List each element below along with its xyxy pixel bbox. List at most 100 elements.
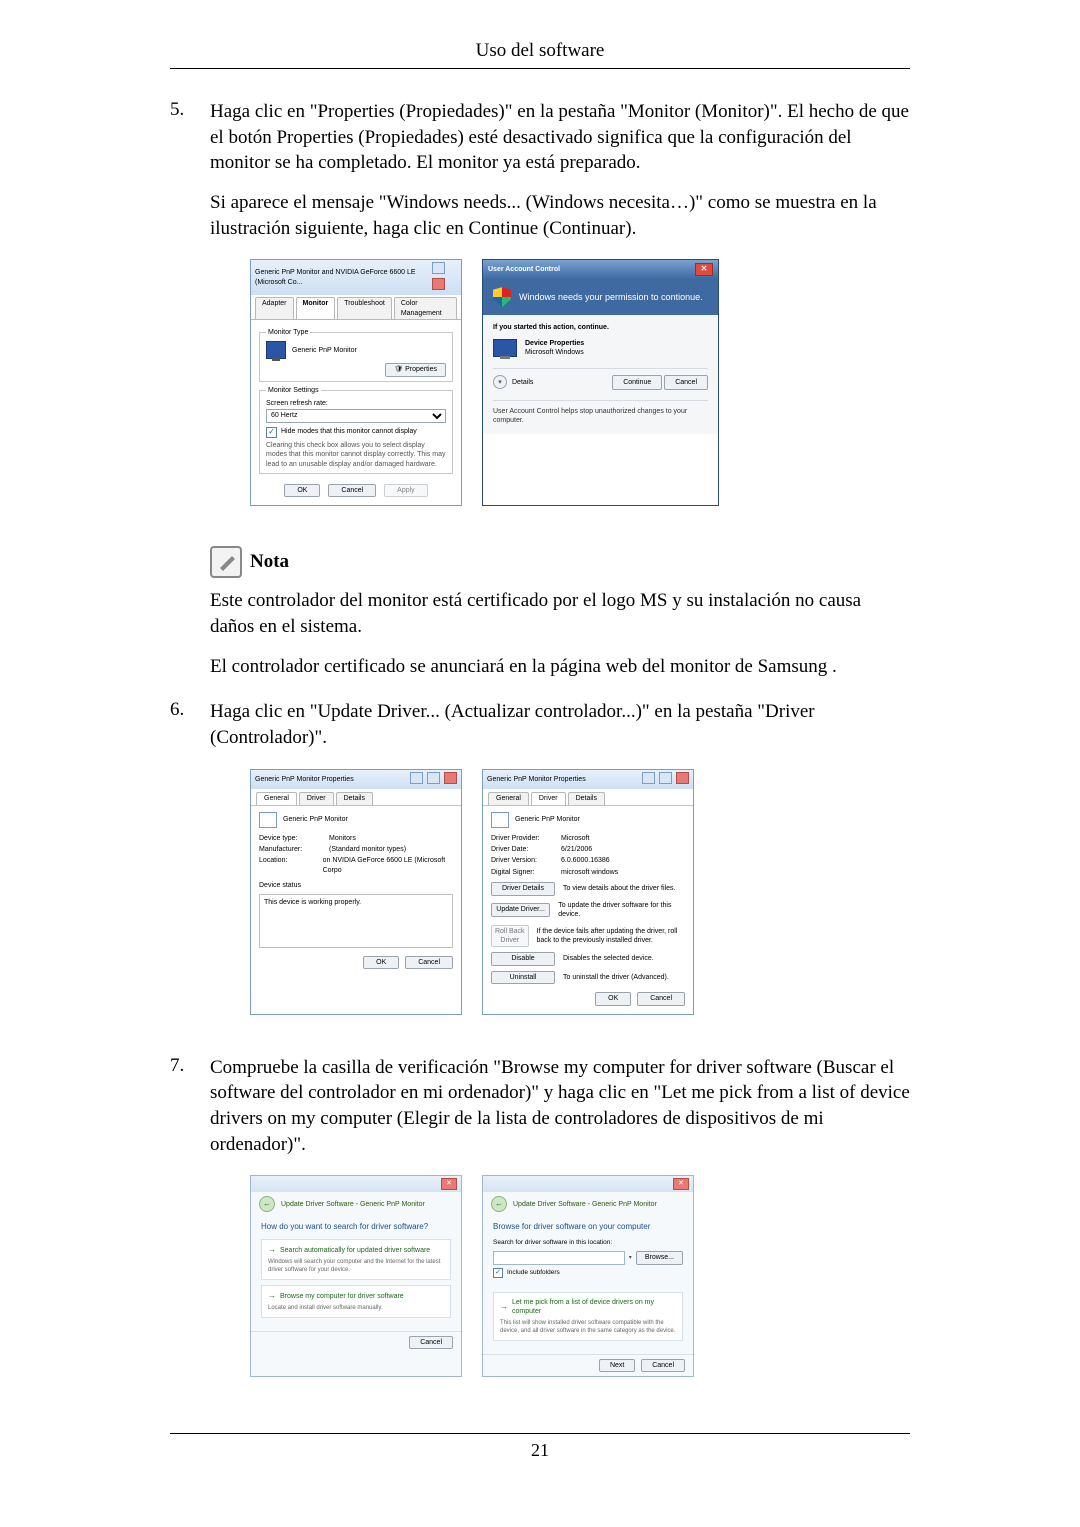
tab-driver[interactable]: Driver xyxy=(531,792,566,804)
include-subfolders-checkbox[interactable]: ✓ xyxy=(493,1268,503,1278)
monitor-icon xyxy=(266,341,286,359)
dialog-body: Monitor Type Generic PnP Monitor 🛡 Prope… xyxy=(251,320,461,506)
window-buttons xyxy=(430,262,457,293)
option-desc: This list will show installed driver sof… xyxy=(500,1319,676,1335)
help-button[interactable] xyxy=(432,262,445,274)
tab-adapter[interactable]: Adapter xyxy=(255,297,294,319)
window-buttons xyxy=(640,772,689,787)
browse-button[interactable]: Browse... xyxy=(636,1251,683,1264)
tab-color-management[interactable]: Color Management xyxy=(394,297,457,319)
cancel-button[interactable]: Cancel xyxy=(409,1336,453,1349)
cancel-button[interactable]: Cancel xyxy=(664,375,708,390)
details-toggle[interactable]: ▾ Details xyxy=(493,375,533,389)
include-subfolders-label: Include subfolders xyxy=(507,1269,560,1278)
window-title: Generic PnP Monitor Properties xyxy=(487,775,586,784)
figure-row: ✕ ← Update Driver Software - Generic PnP… xyxy=(250,1175,910,1377)
min-button[interactable] xyxy=(410,772,423,784)
hide-modes-label: Hide modes that this monitor cannot disp… xyxy=(281,427,417,436)
option-title: Let me pick from a list of device driver… xyxy=(500,1298,676,1317)
ok-button[interactable]: OK xyxy=(595,992,631,1005)
path-input[interactable] xyxy=(493,1251,625,1265)
hide-modes-checkbox[interactable]: ✓ xyxy=(266,427,277,438)
ok-button[interactable]: OK xyxy=(363,956,399,969)
option-pick-from-list[interactable]: Let me pick from a list of device driver… xyxy=(493,1292,683,1341)
option-search-auto[interactable]: Search automatically for updated driver … xyxy=(261,1239,451,1280)
cancel-button[interactable]: Cancel xyxy=(641,1359,685,1372)
tab-general[interactable]: General xyxy=(256,792,297,804)
min-button[interactable] xyxy=(642,772,655,784)
tab-monitor[interactable]: Monitor xyxy=(296,297,336,319)
max-button[interactable] xyxy=(659,772,672,784)
driver-details-button[interactable]: Driver Details xyxy=(491,882,555,895)
uninstall-button[interactable]: Uninstall xyxy=(491,971,555,984)
ok-button[interactable]: OK xyxy=(284,484,320,497)
update-driver-wizard-browse: ✕ ← Update Driver Software - Generic PnP… xyxy=(482,1175,694,1377)
hide-modes-desc: Clearing this check box allows you to se… xyxy=(266,441,446,469)
label: Driver Provider: xyxy=(491,834,561,843)
close-button[interactable]: ✕ xyxy=(695,263,713,276)
rollback-driver-button: Roll Back Driver xyxy=(491,925,529,948)
tab-general[interactable]: General xyxy=(488,792,529,804)
uac-started-text: If you started this action, continue. xyxy=(493,323,708,332)
next-button[interactable]: Next xyxy=(599,1359,635,1372)
disable-button[interactable]: Disable xyxy=(491,952,555,965)
label: Driver Date: xyxy=(491,845,561,854)
close-button[interactable] xyxy=(676,772,689,784)
dialog-buttons: OK Cancel xyxy=(491,992,685,1005)
device-name: Generic PnP Monitor xyxy=(283,815,348,824)
desc: To uninstall the driver (Advanced). xyxy=(563,973,669,982)
step-text: Haga clic en "Update Driver... (Actualiz… xyxy=(210,699,910,750)
dialog-buttons: OK Cancel xyxy=(259,956,453,969)
titlebar: Generic PnP Monitor and NVIDIA GeForce 6… xyxy=(251,260,461,295)
refresh-rate-select[interactable]: 60 Hertz xyxy=(266,409,446,423)
search-label: Search for driver software in this locat… xyxy=(493,1239,683,1248)
value: 6/21/2006 xyxy=(561,845,592,854)
uac-footer-text: User Account Control helps stop unauthor… xyxy=(493,400,708,426)
app-publisher: Microsoft Windows xyxy=(525,348,584,357)
refresh-rate-label: Screen refresh rate: xyxy=(266,399,446,408)
update-driver-button[interactable]: Update Driver... xyxy=(491,903,550,916)
tab-troubleshoot[interactable]: Troubleshoot xyxy=(337,297,392,319)
back-button[interactable]: ← xyxy=(259,1196,275,1212)
step-body: Haga clic en "Properties (Propiedades)" … xyxy=(210,99,910,532)
chevron-down-icon: ▾ xyxy=(493,375,507,389)
close-button[interactable]: ✕ xyxy=(673,1178,689,1190)
cancel-button[interactable]: Cancel xyxy=(637,992,685,1005)
tab-driver[interactable]: Driver xyxy=(299,792,334,804)
monitor-icon xyxy=(491,812,509,828)
figure-row: Generic PnP Monitor and NVIDIA GeForce 6… xyxy=(250,259,910,506)
value: (Standard monitor types) xyxy=(329,845,406,854)
dialog-body: How do you want to search for driver sof… xyxy=(251,1216,461,1331)
dropdown-icon[interactable]: ▾ xyxy=(629,1254,632,1262)
titlebar: ✕ xyxy=(483,1176,693,1192)
properties-button[interactable]: 🛡 Properties xyxy=(385,363,446,376)
titlebar: ✕ xyxy=(251,1176,461,1192)
option-browse[interactable]: Browse my computer for driver software L… xyxy=(261,1285,451,1318)
page-header: Uso del software xyxy=(170,40,910,62)
cancel-button[interactable]: Cancel xyxy=(328,484,376,497)
max-button[interactable] xyxy=(427,772,440,784)
value: Microsoft xyxy=(561,834,589,843)
tab-details[interactable]: Details xyxy=(568,792,605,804)
monitor-settings-group: Monitor Settings Screen refresh rate: 60… xyxy=(259,386,453,474)
close-button[interactable] xyxy=(432,278,445,290)
note-block: Nota Este controlador del monitor está c… xyxy=(210,546,910,679)
step-text: Compruebe la casilla de verificación "Br… xyxy=(210,1055,910,1158)
wizard-heading: How do you want to search for driver sof… xyxy=(261,1222,451,1233)
device-properties-driver: Generic PnP Monitor Properties General D… xyxy=(482,769,694,1015)
step-6: 6. Haga clic en "Update Driver... (Actua… xyxy=(170,699,910,1040)
apply-button: Apply xyxy=(384,484,428,497)
back-button[interactable]: ← xyxy=(491,1196,507,1212)
step-text: Haga clic en "Properties (Propiedades)" … xyxy=(210,99,910,176)
breadcrumb: ← Update Driver Software - Generic PnP M… xyxy=(483,1192,693,1216)
tab-details[interactable]: Details xyxy=(336,792,373,804)
dialog-body: Browse for driver software on your compu… xyxy=(483,1216,693,1354)
close-button[interactable]: ✕ xyxy=(441,1178,457,1190)
desc: To update the driver software for this d… xyxy=(558,901,685,920)
dialog-body: Generic PnP Monitor Device type:Monitors… xyxy=(251,806,461,978)
cancel-button[interactable]: Cancel xyxy=(405,956,453,969)
continue-button[interactable]: Continue xyxy=(612,375,662,390)
note-heading: Nota xyxy=(210,546,910,578)
close-button[interactable] xyxy=(444,772,457,784)
option-title: Search automatically for updated driver … xyxy=(268,1245,444,1256)
